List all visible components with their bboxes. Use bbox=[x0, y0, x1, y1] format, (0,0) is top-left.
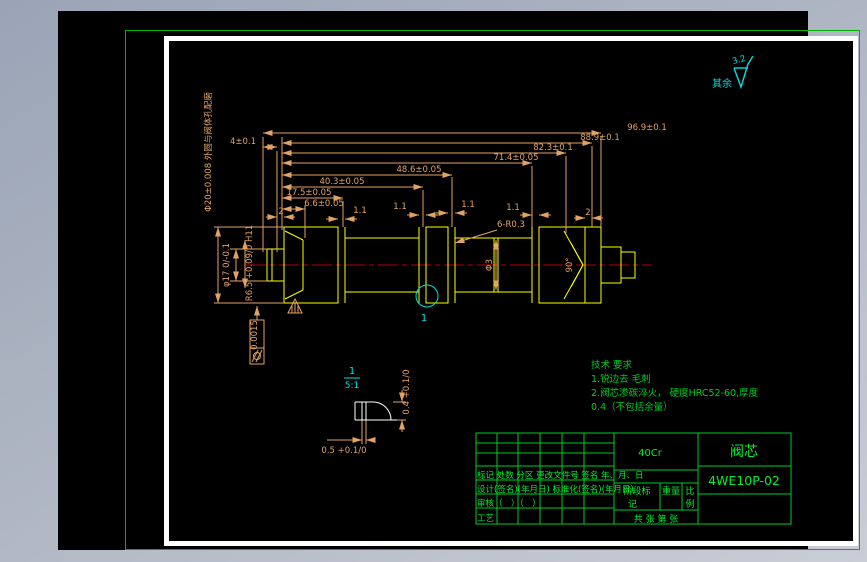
detail-view-geometry bbox=[354, 401, 397, 421]
notes-line1: 1.锐边去 毛刺 bbox=[591, 373, 651, 385]
detail-width-dim: 0.5 +0.1/0 bbox=[321, 446, 366, 456]
notes-line2: 2.阀芯渗碳淬火， 硬度HRC52-60,厚度 bbox=[591, 387, 759, 399]
weight-label: 重量 bbox=[662, 485, 680, 497]
detail-scale: 5:1 bbox=[345, 381, 359, 391]
technical-notes: 技术 要求 1.锐边去 毛刺 2.阀芯渗碳淬火， 硬度HRC52-60,厚度 0… bbox=[591, 359, 759, 413]
detail-number: 1 bbox=[349, 366, 355, 377]
part-name: 阀芯 bbox=[730, 444, 758, 460]
surface-note-value: 3.2 bbox=[731, 54, 747, 67]
surface-note-prefix: 其余 bbox=[712, 77, 732, 90]
dim-overall-length: 96.9±0.1 bbox=[627, 123, 667, 133]
dim-stub-od: φ17 0/-0.1 bbox=[222, 243, 232, 287]
dim-groove1-width: 1.1 bbox=[353, 206, 367, 216]
dim-cone-angle: 90° bbox=[565, 257, 575, 272]
notes-title: 技术 要求 bbox=[591, 359, 633, 371]
dim-66: 6.6±0.05 bbox=[304, 199, 344, 209]
dim-stub-length: 4±0.1 bbox=[230, 137, 256, 147]
drawing-canvas[interactable]: 96.9±0.1 88.9±0.1 82.3±0.1 71.4±0.05 48.… bbox=[0, 0, 867, 562]
sheet-count-label: 共 张 第 张 bbox=[634, 513, 679, 525]
stage-label-top: 阶段标 bbox=[623, 485, 650, 497]
dim-groove2-width: 1.1 bbox=[393, 202, 407, 212]
audit-row: 审核（ ）（ ） bbox=[477, 498, 541, 509]
cylindricity-value: 0.0015 bbox=[250, 320, 260, 350]
dim-823: 82.3±0.1 bbox=[533, 143, 573, 153]
dim-fillet-callout: 6-R0.3 bbox=[497, 220, 525, 230]
detail-depth-dim: 0.4 +0.1/0 bbox=[402, 369, 412, 414]
dim-groove3-width: 1.1 bbox=[461, 200, 475, 210]
drawing-number: 4WE10P-02 bbox=[708, 473, 780, 488]
dim-spool-od-note: Φ20±0.008 外圆与阀体孔配磨 bbox=[203, 92, 214, 212]
dim-right-gap: 2 bbox=[585, 208, 590, 218]
material: 40Cr bbox=[638, 448, 663, 459]
balloon-number: 1 bbox=[421, 313, 427, 324]
notes-line3: 0.4（不包括余量） bbox=[591, 401, 673, 413]
title-block-texts: 阀芯 4WE10P-02 40Cr 标记 处数 分区 更改文件号 签名 年、月、… bbox=[477, 444, 780, 525]
dim-slot-radius: R6.5 +0.09/0 H11 bbox=[245, 225, 255, 301]
scale-label-top: 比 bbox=[685, 485, 694, 497]
dim-889: 88.9±0.1 bbox=[580, 133, 620, 143]
dim-175: 17.5±0.05 bbox=[287, 188, 332, 198]
process-row: 工艺 bbox=[477, 514, 494, 524]
stage-label-bottom: 记 bbox=[628, 499, 637, 510]
dim-403: 40.3±0.05 bbox=[320, 177, 365, 187]
scale-label-bottom: 例 bbox=[685, 498, 694, 510]
signature-row: 设计(签名)(年月日) 标准化(签名)(年月日) bbox=[477, 484, 634, 495]
dim-hole-dia: Φ3 bbox=[485, 259, 495, 271]
dim-groove4-width: 1.1 bbox=[506, 203, 520, 213]
dim-486: 48.6±0.05 bbox=[397, 165, 442, 175]
dim-714: 71.4±0.05 bbox=[494, 153, 539, 163]
revision-header-row: 标记 处数 分区 更改文件号 签名 年、月、日 bbox=[477, 470, 644, 481]
cyan-annotations: 其余 3.2 1 1 5:1 bbox=[344, 54, 754, 391]
dim-left-gap: 2 bbox=[278, 207, 283, 217]
